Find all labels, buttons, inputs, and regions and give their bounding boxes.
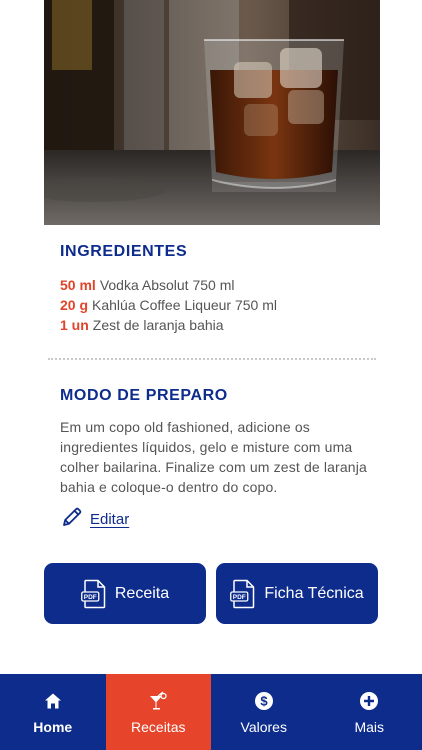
- ingredient-row: 1 un Zest de laranja bahia: [60, 315, 390, 335]
- tab-home[interactable]: Home: [0, 674, 106, 750]
- tab-valores-label: Valores: [240, 719, 287, 735]
- pencil-icon: [60, 505, 84, 534]
- ingredient-name: Kahlúa Coffee Liqueur 750 ml: [92, 297, 277, 313]
- preparation-text: Em um copo old fashioned, adicione os in…: [60, 419, 367, 495]
- ficha-tecnica-pdf-button[interactable]: PDF Ficha Técnica: [216, 563, 378, 624]
- section-divider: [48, 358, 376, 360]
- ficha-tecnica-label: Ficha Técnica: [264, 584, 364, 602]
- receita-label: Receita: [114, 584, 170, 602]
- edit-link[interactable]: Editar: [60, 506, 129, 532]
- preparation-title: MODO DE PREPARO: [60, 387, 228, 404]
- pdf-icon: PDF: [230, 579, 256, 609]
- svg-text:PDF: PDF: [84, 594, 97, 601]
- ingredient-row: 20 g Kahlúa Coffee Liqueur 750 ml: [60, 295, 390, 315]
- ingredient-qty: 50 ml: [60, 277, 96, 293]
- ingredients-title: INGREDIENTES: [60, 243, 188, 260]
- ingredient-name: Zest de laranja bahia: [92, 317, 224, 333]
- bottom-tab-bar: Home Receitas $ Valores Mais: [0, 674, 422, 750]
- tab-home-label: Home: [33, 719, 73, 735]
- tab-mais[interactable]: Mais: [317, 674, 422, 750]
- dollar-icon: $: [254, 691, 274, 711]
- drink-photo: [44, 0, 380, 225]
- plus-icon: [359, 691, 379, 711]
- tab-receitas[interactable]: Receitas: [105, 674, 211, 750]
- svg-text:$: $: [260, 694, 268, 709]
- svg-text:PDF: PDF: [233, 594, 246, 601]
- drink-photo-illustration: [44, 0, 380, 225]
- ingredient-name: Vodka Absolut 750 ml: [99, 277, 235, 293]
- edit-label: Editar: [90, 510, 130, 528]
- cocktail-icon: [148, 691, 168, 711]
- tab-mais-label: Mais: [354, 719, 385, 735]
- ingredient-qty: 1 un: [60, 317, 89, 333]
- tab-receitas-label: Receitas: [131, 719, 186, 735]
- ingredient-row: 50 ml Vodka Absolut 750 ml: [60, 275, 390, 295]
- tab-valores[interactable]: $ Valores: [211, 674, 317, 750]
- ingredient-qty: 20 g: [60, 297, 89, 313]
- receita-pdf-button[interactable]: PDF Receita: [44, 563, 206, 624]
- home-icon: [44, 691, 62, 711]
- pdf-icon: PDF: [80, 579, 107, 609]
- ingredients-list: 50 ml Vodka Absolut 750 ml 20 g Kahlúa Cof…: [60, 275, 390, 335]
